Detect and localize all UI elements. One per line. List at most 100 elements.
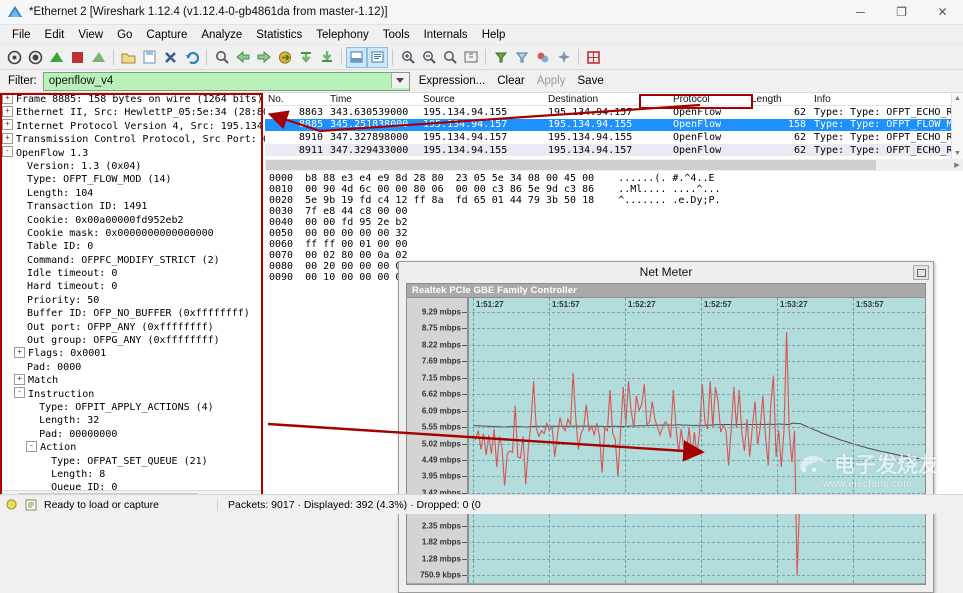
detail-tree-row[interactable]: +Ethernet II, Src: HewlettP_05:5e:34 (28… bbox=[0, 106, 265, 119]
column-header[interactable]: Destination bbox=[545, 94, 670, 105]
detail-tree-row[interactable]: +Flags: 0x0001 bbox=[0, 347, 265, 360]
menu-statistics[interactable]: Statistics bbox=[249, 27, 309, 43]
packet-list-body[interactable]: 8863343.630539000195.134.94.155195.134.9… bbox=[265, 106, 963, 156]
packet-list-row[interactable]: 8885345.251838000195.134.94.157195.134.9… bbox=[265, 119, 963, 132]
menu-capture[interactable]: Capture bbox=[139, 27, 194, 43]
detail-tree-row[interactable]: +Internet Protocol Version 4, Src: 195.1… bbox=[0, 120, 265, 133]
find-packet-icon[interactable] bbox=[211, 47, 232, 68]
expand-twisty-icon[interactable]: + bbox=[14, 374, 25, 385]
scroll-down-icon[interactable]: ▼ bbox=[952, 148, 963, 159]
hex-dump-row[interactable]: 0060 ff ff 00 01 00 00 bbox=[265, 239, 963, 250]
capture-filters-icon[interactable] bbox=[490, 47, 511, 68]
packet-list-horizontal-scrollbar[interactable]: ▶ bbox=[265, 159, 963, 171]
detail-tree-row[interactable]: Command: OFPFC_MODIFY_STRICT (2) bbox=[0, 254, 265, 267]
expand-twisty-icon[interactable]: + bbox=[2, 119, 13, 130]
menu-file[interactable]: File bbox=[5, 27, 38, 43]
filter-clear-button[interactable]: Clear bbox=[494, 75, 527, 87]
filter-input-wrapper[interactable]: openflow_v4 bbox=[43, 72, 410, 91]
detail-tree-row[interactable]: +Frame 8885: 158 bytes on wire (1264 bit… bbox=[0, 93, 265, 106]
filter-save-button[interactable]: Save bbox=[575, 75, 607, 87]
preferences-icon[interactable] bbox=[553, 47, 574, 68]
menu-help[interactable]: Help bbox=[475, 27, 513, 43]
menu-telephony[interactable]: Telephony bbox=[309, 27, 375, 43]
detail-tree-row[interactable]: Pad: 00000000 bbox=[0, 428, 265, 441]
menu-tools[interactable]: Tools bbox=[376, 27, 417, 43]
expert-info-icon[interactable] bbox=[4, 497, 19, 512]
detail-tree-row[interactable]: Idle timeout: 0 bbox=[0, 267, 265, 280]
hex-dump-row[interactable]: 0050 00 00 00 00 00 32 bbox=[265, 228, 963, 239]
zoom-reset-icon[interactable] bbox=[439, 47, 460, 68]
scroll-up-icon[interactable]: ▲ bbox=[952, 93, 963, 104]
expand-twisty-icon[interactable]: + bbox=[14, 347, 25, 358]
column-header[interactable]: Info bbox=[811, 94, 963, 105]
detail-tree-row[interactable]: Transaction ID: 1491 bbox=[0, 200, 265, 213]
restore-icon[interactable] bbox=[913, 265, 929, 280]
detail-tree-row[interactable]: Cookie: 0x00a00000fd952eb2 bbox=[0, 214, 265, 227]
hex-dump-row[interactable]: 0020 5e 9b 19 fd c4 12 ff 8a fd 65 01 44… bbox=[265, 195, 963, 206]
detail-tree-row[interactable]: Buffer ID: OFP_NO_BUFFER (0xffffffff) bbox=[0, 307, 265, 320]
zoom-in-icon[interactable] bbox=[397, 47, 418, 68]
stop-capture-icon[interactable] bbox=[67, 47, 88, 68]
collapse-twisty-icon[interactable]: - bbox=[2, 146, 13, 157]
scroll-right-icon[interactable]: ▶ bbox=[952, 160, 962, 170]
save-file-icon[interactable] bbox=[139, 47, 160, 68]
colorize-icon[interactable] bbox=[367, 47, 388, 68]
detail-tree-row[interactable]: +Transmission Control Protocol, Src Port… bbox=[0, 133, 265, 146]
detail-tree-row[interactable]: -Instruction bbox=[0, 388, 265, 401]
detail-tree-row[interactable]: Type: OFPAT_SET_QUEUE (21) bbox=[0, 455, 265, 468]
net-meter-window[interactable]: Net Meter Realtek PCIe GBE Family Contro… bbox=[398, 261, 934, 593]
detail-tree-row[interactable]: Length: 104 bbox=[0, 187, 265, 200]
filter-input[interactable]: openflow_v4 bbox=[44, 75, 114, 87]
minimize-button[interactable]: ─ bbox=[840, 0, 881, 24]
column-header[interactable]: Protocol bbox=[670, 94, 748, 105]
hex-dump-row[interactable]: 0030 7f e8 44 c8 00 00 bbox=[265, 206, 963, 217]
resize-columns-icon[interactable] bbox=[460, 47, 481, 68]
detail-tree-row[interactable]: Cookie mask: 0x0000000000000000 bbox=[0, 227, 265, 240]
close-button[interactable]: ✕ bbox=[922, 0, 963, 24]
detail-tree-row[interactable]: Length: 8 bbox=[0, 468, 265, 481]
packet-list-header[interactable]: No.TimeSourceDestinationProtocolLengthIn… bbox=[265, 93, 963, 106]
chevron-down-icon[interactable] bbox=[391, 73, 409, 88]
expand-twisty-icon[interactable]: + bbox=[2, 133, 13, 144]
go-to-packet-icon[interactable] bbox=[274, 47, 295, 68]
coloring-rules-icon[interactable] bbox=[532, 47, 553, 68]
maximize-button[interactable]: ❐ bbox=[881, 0, 922, 24]
column-header[interactable]: No. bbox=[265, 94, 327, 105]
hex-dump-row[interactable]: 0040 00 00 fd 95 2e b2 bbox=[265, 217, 963, 228]
detail-tree-row[interactable]: Out group: OFPG_ANY (0xffffffff) bbox=[0, 334, 265, 347]
scroll-thumb[interactable] bbox=[266, 160, 876, 170]
capture-options-icon[interactable] bbox=[25, 47, 46, 68]
packet-list-row[interactable]: 8910347.327898000195.134.94.157195.134.9… bbox=[265, 131, 963, 144]
go-back-icon[interactable] bbox=[232, 47, 253, 68]
filter-expression-button[interactable]: Expression... bbox=[416, 75, 488, 87]
menu-go[interactable]: Go bbox=[110, 27, 139, 43]
restart-capture-icon[interactable] bbox=[88, 47, 109, 68]
detail-tree-row[interactable]: Type: OFPIT_APPLY_ACTIONS (4) bbox=[0, 401, 265, 414]
detail-tree-row[interactable]: Length: 32 bbox=[0, 414, 265, 427]
reload-file-icon[interactable] bbox=[181, 47, 202, 68]
filter-apply-button[interactable]: Apply bbox=[534, 75, 569, 87]
display-filters-icon[interactable] bbox=[511, 47, 532, 68]
menu-analyze[interactable]: Analyze bbox=[194, 27, 249, 43]
expand-twisty-icon[interactable]: + bbox=[2, 93, 13, 104]
column-header[interactable]: Source bbox=[420, 94, 545, 105]
zoom-out-icon[interactable] bbox=[418, 47, 439, 68]
go-to-last-icon[interactable] bbox=[316, 47, 337, 68]
menu-edit[interactable]: Edit bbox=[38, 27, 72, 43]
detail-tree-row[interactable]: Type: OFPT_FLOW_MOD (14) bbox=[0, 173, 265, 186]
column-header[interactable]: Length bbox=[748, 94, 811, 105]
packet-list-vertical-scrollbar[interactable]: ▲ ▼ bbox=[951, 93, 963, 159]
detail-tree-row[interactable]: Version: 1.3 (0x04) bbox=[0, 160, 265, 173]
collapse-twisty-icon[interactable]: - bbox=[26, 441, 37, 452]
autoscroll-icon[interactable] bbox=[346, 47, 367, 68]
hex-dump-row[interactable]: 0010 00 90 4d 6c 00 00 80 06 00 00 c3 86… bbox=[265, 184, 963, 195]
menu-internals[interactable]: Internals bbox=[417, 27, 475, 43]
packet-detail-pane[interactable]: +Frame 8885: 158 bytes on wire (1264 bit… bbox=[0, 93, 265, 504]
detail-tree-row[interactable]: Table ID: 0 bbox=[0, 240, 265, 253]
packet-list-row[interactable]: 8911347.329433000195.134.94.155195.134.9… bbox=[265, 144, 963, 157]
close-file-icon[interactable] bbox=[160, 47, 181, 68]
hex-dump-row[interactable]: 0070 00 02 80 00 0a 02 bbox=[265, 250, 963, 261]
interfaces-icon[interactable] bbox=[4, 47, 25, 68]
go-to-first-icon[interactable] bbox=[295, 47, 316, 68]
start-capture-icon[interactable] bbox=[46, 47, 67, 68]
